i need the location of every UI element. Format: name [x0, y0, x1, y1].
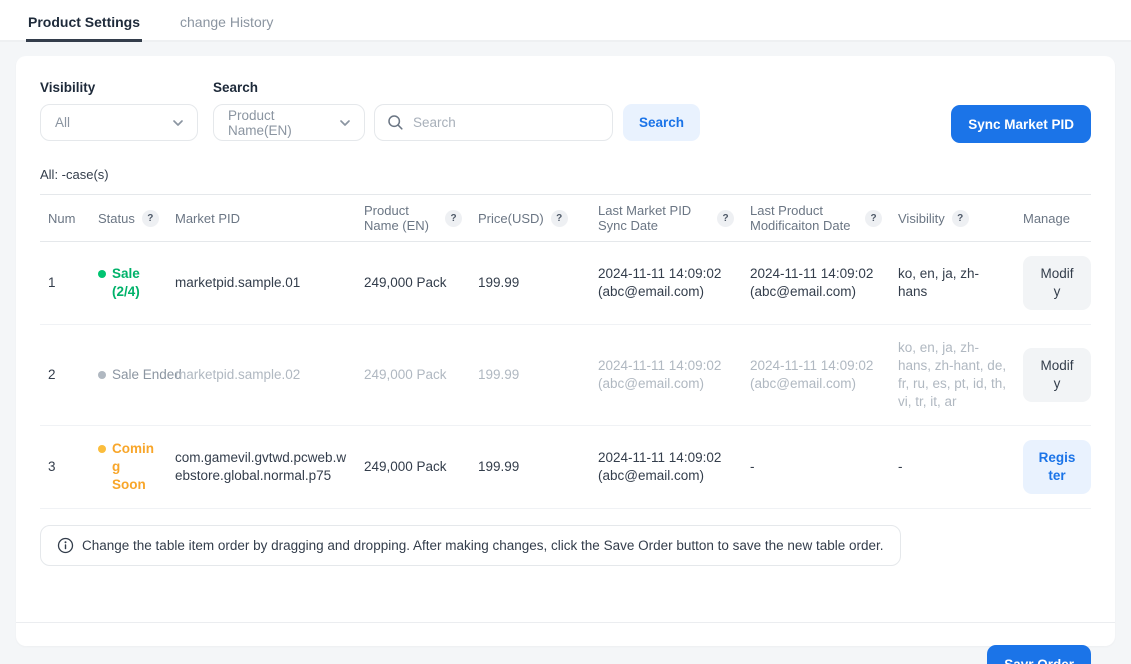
sync-market-pid-button[interactable]: Sync Market PID [951, 105, 1091, 143]
help-icon[interactable]: ? [142, 210, 159, 227]
col-market-pid: Market PID [175, 211, 240, 226]
sync-date-cell: 2024-11-11 14:09:02 (abc@email.com) [598, 325, 750, 426]
product-table: Num Status? Market PID Product Name (EN)… [40, 194, 1091, 509]
search-type-select[interactable]: Product Name(EN) [213, 104, 365, 141]
col-manage: Manage [1023, 211, 1070, 226]
status-dot-icon [98, 445, 106, 453]
notice-text: Change the table item order by dragging … [82, 538, 884, 553]
tab-bar: Product Settings change History [0, 0, 1131, 42]
info-icon [57, 537, 74, 554]
table-row[interactable]: 2 Sale Ended marketpid.sample.02 249,000… [40, 325, 1091, 426]
price-cell: 199.99 [478, 242, 598, 325]
table-row[interactable]: 3 Coming Soon com.gamevil.gvtwd.pcweb.we… [40, 426, 1091, 509]
save-order-button[interactable]: Savr Order [987, 645, 1091, 664]
visibility-cell: ko, en, ja, zh-hans, zh-hant, de, fr, ru… [898, 325, 1023, 426]
status-badge: Coming Soon [98, 440, 159, 494]
search-filter-group: Search Product Name(EN) Search [213, 80, 700, 141]
market-pid-cell: marketpid.sample.02 [175, 325, 364, 426]
col-price: Price(USD) [478, 211, 544, 226]
row-num: 3 [40, 426, 98, 509]
product-name-cell: 249,000 Pack [364, 426, 478, 509]
register-button[interactable]: Register [1023, 440, 1091, 494]
row-num: 2 [40, 325, 98, 426]
product-name-cell: 249,000 Pack [364, 325, 478, 426]
search-button[interactable]: Search [623, 104, 700, 141]
help-icon[interactable]: ? [551, 210, 568, 227]
col-sync-date: Last Market PID Sync Date [598, 203, 710, 233]
col-product-name: Product Name (EN) [364, 203, 438, 233]
col-num: Num [48, 211, 75, 226]
market-pid-cell: com.gamevil.gvtwd.pcweb.webstore.global.… [175, 426, 364, 509]
status-dot-icon [98, 371, 106, 379]
help-icon[interactable]: ? [445, 210, 462, 227]
table-row[interactable]: 1 Sale (2/4) marketpid.sample.01 249,000… [40, 242, 1091, 325]
price-cell: 199.99 [478, 426, 598, 509]
product-name-cell: 249,000 Pack [364, 242, 478, 325]
drag-drop-notice: Change the table item order by dragging … [40, 525, 901, 566]
search-icon [387, 114, 404, 131]
footer: Savr Order [40, 623, 1091, 664]
search-label: Search [213, 80, 700, 95]
row-num: 1 [40, 242, 98, 325]
modification-date-cell: 2024-11-11 14:09:02 (abc@email.com) [750, 242, 898, 325]
help-icon[interactable]: ? [717, 210, 734, 227]
status-dot-icon [98, 270, 106, 278]
chevron-down-icon [171, 116, 185, 130]
modify-button[interactable]: Modify [1023, 256, 1091, 310]
visibility-label: Visibility [40, 80, 213, 95]
filter-bar: Visibility All Search Product Name(EN) S… [40, 80, 1091, 143]
visibility-cell: - [898, 426, 1023, 509]
table-header-row: Num Status? Market PID Product Name (EN)… [40, 195, 1091, 242]
tab-change-history[interactable]: change History [178, 4, 275, 42]
visibility-select-value: All [55, 115, 70, 130]
visibility-select[interactable]: All [40, 104, 198, 141]
search-input-wrapper [374, 104, 613, 141]
help-icon[interactable]: ? [952, 210, 969, 227]
help-icon[interactable]: ? [865, 210, 882, 227]
col-modification-date: Last Product Modificaiton Date [750, 203, 858, 233]
modify-button[interactable]: Modify [1023, 348, 1091, 402]
price-cell: 199.99 [478, 325, 598, 426]
product-settings-panel: Visibility All Search Product Name(EN) S… [16, 56, 1115, 646]
modification-date-cell: - [750, 426, 898, 509]
modification-date-cell: 2024-11-11 14:09:02 (abc@email.com) [750, 325, 898, 426]
visibility-filter-group: Visibility All [40, 80, 213, 141]
tab-product-settings[interactable]: Product Settings [26, 4, 142, 42]
search-input[interactable] [413, 115, 600, 130]
sync-date-cell: 2024-11-11 14:09:02 (abc@email.com) [598, 242, 750, 325]
market-pid-cell: marketpid.sample.01 [175, 242, 364, 325]
status-badge: Sale (2/4) [98, 265, 159, 301]
visibility-cell: ko, en, ja, zh-hans [898, 242, 1023, 325]
col-visibility: Visibility [898, 211, 945, 226]
search-type-select-value: Product Name(EN) [228, 108, 330, 138]
col-status: Status [98, 211, 135, 226]
chevron-down-icon [338, 116, 352, 130]
case-count-summary: All: -case(s) [40, 167, 1091, 182]
sync-date-cell: 2024-11-11 14:09:02 (abc@email.com) [598, 426, 750, 509]
status-badge: Sale Ended [98, 366, 159, 384]
